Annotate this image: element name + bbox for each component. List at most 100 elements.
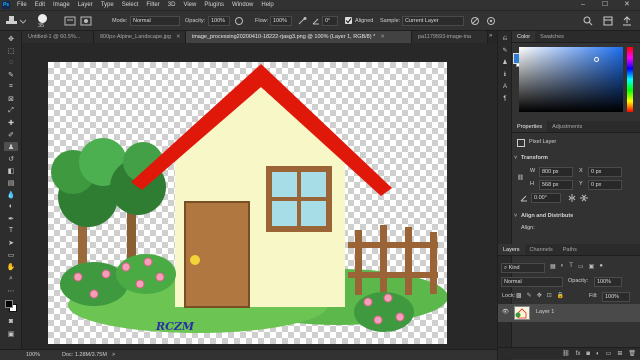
dodge-icon[interactable]: ◐ <box>4 202 18 211</box>
healing-icon[interactable]: ✚ <box>4 118 18 127</box>
clone-source-icon[interactable] <box>80 16 92 26</box>
status-menu-arrow[interactable]: > <box>112 350 115 360</box>
menu-filter[interactable]: Filter <box>146 0 159 10</box>
zoom-icon[interactable]: ⌕ <box>4 274 18 283</box>
character-panel-icon[interactable]: A <box>500 83 510 92</box>
gradient-icon[interactable]: ▤ <box>4 178 18 187</box>
folder-icon[interactable]: ▭ <box>606 348 612 359</box>
filter-pixel-icon[interactable]: ▦ <box>550 263 556 273</box>
info-panel-icon[interactable]: ℹ <box>500 71 510 80</box>
chevron-down-icon[interactable]: ˅ <box>514 155 517 161</box>
tab-pa1179593[interactable]: pa1179593-image-ina <box>412 31 488 43</box>
share-icon[interactable] <box>622 16 632 26</box>
marquee-icon[interactable]: ⬚ <box>4 46 18 55</box>
fill-field[interactable]: 100% <box>602 292 630 302</box>
flow-field[interactable]: 100% <box>270 16 292 26</box>
mode-select[interactable]: Normal <box>130 16 180 26</box>
blur-icon[interactable]: 💧 <box>4 190 18 199</box>
x-field[interactable]: 0 px <box>588 167 622 177</box>
document-canvas[interactable]: RCZM <box>48 62 447 344</box>
hand-icon[interactable]: ✋ <box>4 262 18 271</box>
height-field[interactable]: 568 px <box>539 180 573 190</box>
tab-untitled[interactable]: Untitled-1 @ 60.5%... <box>22 31 94 43</box>
menu-layer[interactable]: Layer <box>78 0 93 10</box>
lock-artboard-icon[interactable]: ⊡ <box>547 292 552 301</box>
path-select-icon[interactable]: ➤ <box>4 238 18 247</box>
crop-icon[interactable]: ⌗ <box>4 82 18 91</box>
mask-icon[interactable]: ◙ <box>586 348 590 359</box>
quick-mask-icon[interactable]: ◙ <box>4 317 18 326</box>
history-brush-icon[interactable]: ↺ <box>4 154 18 163</box>
brush-preset-picker[interactable]: 35 <box>33 13 55 29</box>
airbrush-icon[interactable] <box>297 16 307 26</box>
lock-pixels-icon[interactable]: ✎ <box>527 292 532 301</box>
rotation-field[interactable]: 0.00° <box>531 193 561 203</box>
menu-select[interactable]: Select <box>122 0 139 10</box>
filter-toggle-icon[interactable]: ● <box>599 263 603 273</box>
more-tools-icon[interactable]: ⋯ <box>4 286 18 295</box>
close-button[interactable]: ✕ <box>624 0 630 10</box>
workspace-icon[interactable] <box>603 16 613 26</box>
flip-horizontal-icon[interactable] <box>568 194 576 202</box>
menu-3d[interactable]: 3D <box>168 0 176 10</box>
lock-position-icon[interactable]: ✥ <box>537 292 542 301</box>
brush-settings-icon[interactable] <box>64 16 76 26</box>
maximize-button[interactable]: ☐ <box>602 0 608 10</box>
aligned-checkbox[interactable] <box>345 17 352 24</box>
frame-icon[interactable]: ⊠ <box>4 94 18 103</box>
clone-stamp-icon[interactable]: ♟ <box>4 142 18 151</box>
width-field[interactable]: 800 px <box>539 167 573 177</box>
blend-mode-select[interactable]: Normal <box>501 277 563 287</box>
pressure-size-icon[interactable] <box>486 16 496 26</box>
tab-image-processing[interactable]: image_processing20200410-18222-rjasg3.pn… <box>186 31 412 43</box>
menu-view[interactable]: View <box>183 0 196 10</box>
hue-slider[interactable] <box>627 47 633 112</box>
filter-shape-icon[interactable]: ▭ <box>578 263 584 273</box>
filter-smart-icon[interactable]: ▣ <box>589 263 595 273</box>
foreground-background-icon[interactable] <box>4 299 18 313</box>
visibility-eye-icon[interactable]: 👁 <box>502 309 509 315</box>
flip-vertical-icon[interactable] <box>580 194 588 202</box>
trash-icon[interactable]: 🗑 <box>628 348 636 359</box>
tab-swatches[interactable]: Swatches <box>535 31 569 42</box>
tab-alpine-landscape[interactable]: 800px-Alpine_Landscape.jpg ✕ <box>94 31 186 43</box>
lock-all-icon[interactable]: 🔒 <box>557 292 564 301</box>
type-icon[interactable]: T <box>4 226 18 235</box>
opacity-field[interactable]: 100% <box>208 16 230 26</box>
layer-row[interactable]: 👁 Layer 1 <box>498 304 640 322</box>
new-layer-icon[interactable]: ⊞ <box>617 348 622 359</box>
search-icon[interactable] <box>583 16 593 26</box>
quick-select-icon[interactable]: ✎ <box>4 70 18 79</box>
menu-edit[interactable]: Edit <box>35 0 45 10</box>
pressure-opacity-icon[interactable] <box>234 16 244 26</box>
menu-type[interactable]: Type <box>101 0 114 10</box>
filter-type-icon[interactable]: T <box>569 263 573 273</box>
pen-icon[interactable]: ✒ <box>4 214 18 223</box>
lock-transparent-icon[interactable]: ▩ <box>516 292 522 301</box>
minimize-button[interactable]: – <box>581 0 585 10</box>
menu-window[interactable]: Window <box>232 0 253 10</box>
color-picker-field[interactable] <box>519 47 623 112</box>
brush-icon[interactable]: ✐ <box>4 130 18 139</box>
layer-filter-kind[interactable]: ⌕ Kind <box>501 263 545 273</box>
lasso-icon[interactable]: ◌ <box>4 58 18 67</box>
paragraph-panel-icon[interactable]: ¶ <box>500 95 510 104</box>
sample-select[interactable]: Current Layer <box>402 16 464 26</box>
tab-color[interactable]: Color <box>512 31 536 42</box>
angle-field[interactable]: 0° <box>322 16 338 26</box>
brush-panel-icon[interactable]: ✎ <box>500 47 510 56</box>
tab-paths[interactable]: Paths <box>558 244 582 255</box>
adjustment-icon[interactable]: ◐ <box>596 348 600 359</box>
tab-properties[interactable]: Properties <box>512 121 548 132</box>
menu-plugins[interactable]: Plugins <box>204 0 224 10</box>
fx-icon[interactable]: fx <box>576 348 581 359</box>
chevron-down-icon[interactable]: ˅ <box>514 213 517 219</box>
menu-image[interactable]: Image <box>53 0 70 10</box>
tabs-overflow-icon[interactable]: » <box>489 33 492 39</box>
move-icon[interactable]: ✥ <box>4 34 18 43</box>
clone-source-panel-icon[interactable]: ♟ <box>500 59 510 68</box>
color-picker-cursor[interactable] <box>594 57 599 62</box>
eyedropper-icon[interactable]: ⤢ <box>4 106 18 115</box>
clone-stamp-preset-icon[interactable] <box>4 15 26 27</box>
rectangle-icon[interactable]: ▭ <box>4 250 18 259</box>
